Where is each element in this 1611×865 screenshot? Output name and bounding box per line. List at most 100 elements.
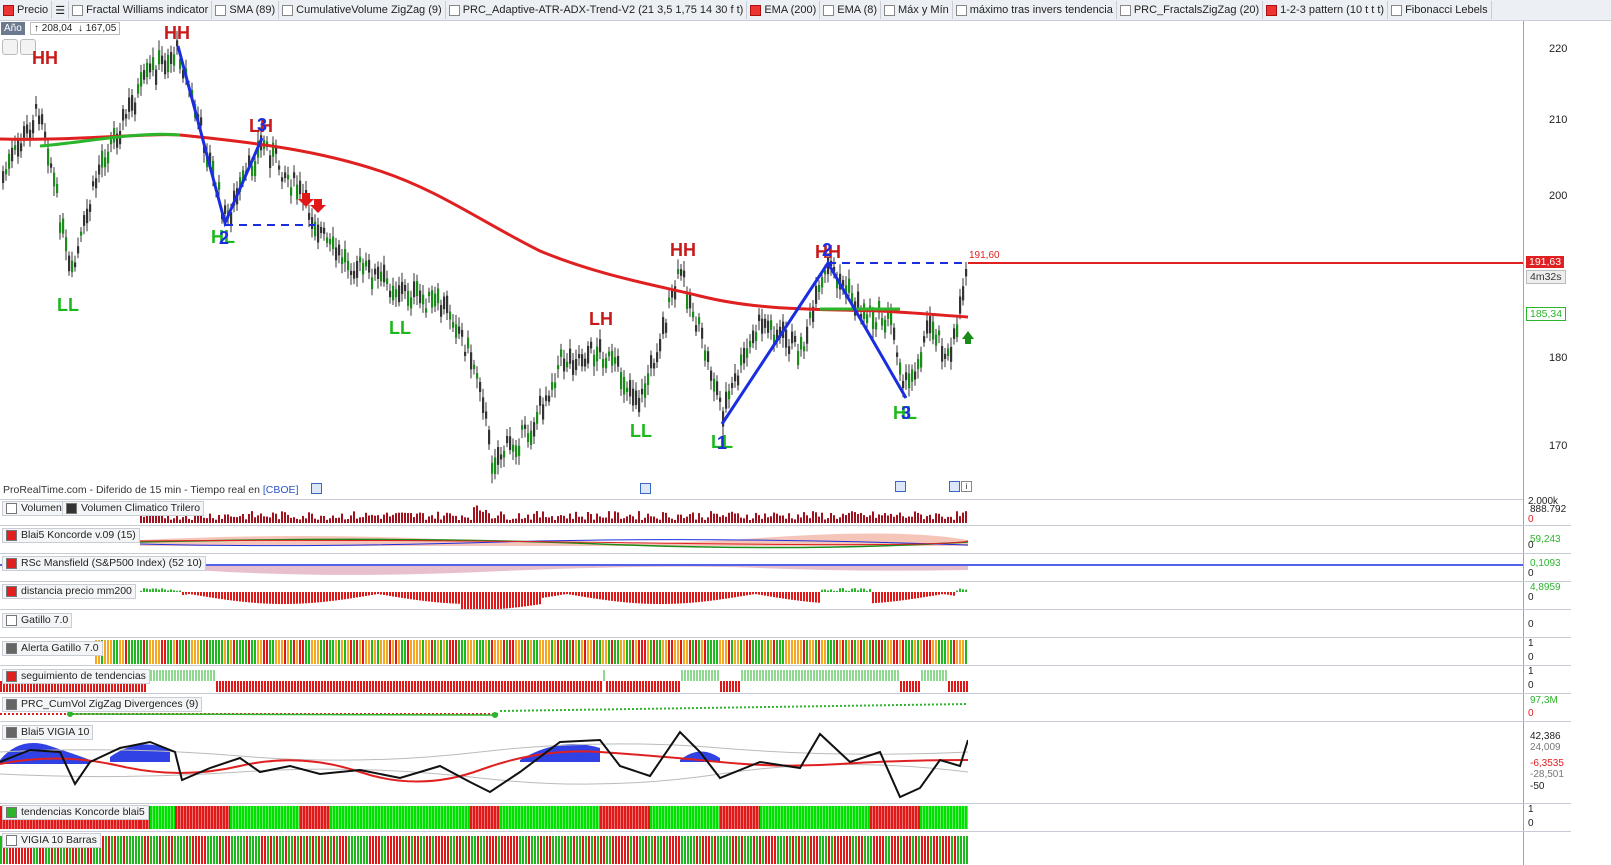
alerta-bar bbox=[221, 640, 223, 664]
candle-body bbox=[527, 433, 530, 443]
vigia-bar bbox=[177, 836, 179, 864]
tendencias-koncorde-pane[interactable]: tendencias Koncorde blai5 bbox=[0, 804, 1571, 832]
toolbar-item-maximo[interactable]: máximo tras invers tendencia bbox=[953, 1, 1117, 19]
toolbar-item-prc-adaptive[interactable]: PRC_Adaptive-ATR-ADX-Trend-V2 (21 3,5 1,… bbox=[446, 1, 748, 19]
vigia-bar bbox=[594, 836, 596, 864]
alerta-bar bbox=[479, 640, 481, 664]
koncorde-pane[interactable]: Blai5 Koncorde v.09 (15) bbox=[0, 526, 1571, 554]
seguimiento-bar bbox=[426, 681, 428, 692]
pane-label[interactable]: Gatillo 7.0 bbox=[2, 613, 73, 628]
indicator-checkbox-icon[interactable] bbox=[72, 4, 84, 16]
news-icon[interactable] bbox=[311, 483, 322, 494]
price-pane[interactable]: Año ↑ 208,04 ↓ 167,05 HH HH LL LH 3 HL 2… bbox=[0, 21, 1571, 500]
seguimiento-bar bbox=[630, 681, 632, 692]
news-icon[interactable] bbox=[895, 481, 906, 492]
checkbox-icon[interactable] bbox=[6, 558, 17, 569]
pane-label[interactable]: Alerta Gatillo 7.0 bbox=[2, 641, 103, 656]
tendencia-bar bbox=[965, 806, 968, 829]
indicator-checkbox-icon[interactable] bbox=[1391, 4, 1403, 16]
candle-body bbox=[815, 285, 818, 304]
indicator-checkbox-icon[interactable] bbox=[750, 4, 762, 16]
vigia-bar bbox=[816, 836, 818, 864]
pane-label[interactable]: tendencias Koncorde blai5 bbox=[2, 805, 149, 820]
tendencia-bar bbox=[214, 806, 217, 829]
candle-body bbox=[683, 270, 686, 278]
pane-label[interactable]: Blai5 VIGIA 10 bbox=[2, 725, 94, 740]
exchange-link[interactable]: [CBOE] bbox=[263, 484, 299, 496]
toolbar-item-sma[interactable]: SMA (89) bbox=[212, 1, 280, 19]
pane-label[interactable]: PRC_CumVol ZigZag Divergences (9) bbox=[2, 697, 203, 712]
toolbar-item-cumvol[interactable]: CumulativeVolume ZigZag (9) bbox=[279, 1, 446, 19]
checkbox-icon[interactable] bbox=[6, 503, 17, 514]
checkbox-icon[interactable] bbox=[6, 643, 17, 654]
toolbar-item-ema200[interactable]: EMA (200) bbox=[747, 1, 821, 19]
toolbar-item-ema8[interactable]: EMA (8) bbox=[820, 1, 882, 19]
alerta-bar bbox=[350, 640, 352, 664]
toolbar-list-button[interactable]: ☰ bbox=[52, 1, 70, 19]
toolbar-item-label: EMA (200) bbox=[764, 4, 817, 16]
alerta-gatillo-pane[interactable]: Alerta Gatillo 7.0 bbox=[0, 638, 1571, 666]
checkbox-icon[interactable] bbox=[6, 530, 17, 541]
toolbar-item-fibonacci[interactable]: Fibonacci Lebels bbox=[1388, 1, 1492, 19]
koncorde-chart bbox=[139, 533, 968, 549]
toolbar-item-maxmin[interactable]: Máx y Mín bbox=[881, 1, 953, 19]
indicator-checkbox-icon[interactable] bbox=[955, 4, 967, 16]
cumvol-pane[interactable]: PRC_CumVol ZigZag Divergences (9) bbox=[0, 694, 1571, 722]
news-icon[interactable] bbox=[640, 483, 651, 494]
checkbox-icon[interactable] bbox=[6, 671, 17, 682]
indicator-checkbox-icon[interactable] bbox=[823, 4, 835, 16]
gatillo-pane[interactable]: Gatillo 7.0 bbox=[0, 610, 1571, 638]
vigia-bar bbox=[270, 836, 272, 864]
indicator-checkbox-icon[interactable] bbox=[215, 4, 227, 16]
pane-label[interactable]: Volumen Climatico Trilero bbox=[62, 501, 205, 516]
distancia-bar bbox=[293, 592, 295, 604]
pane-label[interactable]: Blai5 Koncorde v.09 (15) bbox=[2, 528, 140, 543]
pane-label[interactable]: seguimiento de tendencias bbox=[2, 669, 150, 684]
toolbar-item-fractalszigzag[interactable]: PRC_FractalsZigZag (20) bbox=[1117, 1, 1264, 19]
seguimiento-bar bbox=[669, 681, 671, 692]
indicator-checkbox-icon[interactable] bbox=[448, 4, 460, 16]
seguimiento-bar bbox=[489, 681, 491, 692]
vigia-bar bbox=[609, 836, 611, 864]
checkbox-icon[interactable] bbox=[6, 586, 17, 597]
checkbox-icon[interactable] bbox=[6, 615, 17, 626]
checkbox-icon[interactable] bbox=[6, 699, 17, 710]
info-icon[interactable]: i bbox=[961, 481, 972, 492]
price-axis[interactable]: 220 210 200 180 170 191,63 4m32s 185,34 bbox=[1523, 21, 1611, 499]
distancia-bar bbox=[743, 592, 745, 596]
price-chart[interactable] bbox=[0, 21, 1523, 499]
seguimiento-bar bbox=[945, 670, 947, 681]
alerta-bar bbox=[326, 640, 328, 664]
pane-label[interactable]: Volumen bbox=[2, 501, 66, 516]
seguimiento-bar bbox=[834, 670, 836, 681]
checkbox-icon[interactable] bbox=[6, 807, 17, 818]
toolbar-item-123[interactable]: 1-2-3 pattern (10 t t t) bbox=[1263, 1, 1389, 19]
news-icon[interactable] bbox=[949, 481, 960, 492]
pane-label[interactable]: distancia precio mm200 bbox=[2, 584, 136, 599]
vigia-bar bbox=[795, 836, 797, 864]
mansfield-pane[interactable]: RSc Mansfield (S&P500 Index) (52 10) bbox=[0, 554, 1571, 582]
distancia-pane[interactable]: distancia precio mm200 bbox=[0, 582, 1571, 610]
volume-bar bbox=[455, 515, 457, 523]
checkbox-icon[interactable] bbox=[66, 503, 77, 514]
distancia-bar bbox=[332, 592, 334, 601]
indicator-checkbox-icon[interactable] bbox=[3, 4, 14, 16]
vigia-pane[interactable]: Blai5 VIGIA 10 bbox=[0, 722, 1571, 804]
vigia-bar bbox=[228, 836, 230, 864]
toolbar-item-fractal[interactable]: Fractal Williams indicator bbox=[69, 1, 213, 19]
checkbox-icon[interactable] bbox=[6, 835, 17, 846]
indicator-checkbox-icon[interactable] bbox=[884, 4, 896, 16]
indicator-checkbox-icon[interactable] bbox=[282, 4, 294, 16]
seguimiento-bar bbox=[417, 681, 419, 692]
toolbar-item-precio[interactable]: Precio bbox=[0, 1, 53, 19]
tendencia-bar bbox=[590, 806, 593, 829]
pane-label[interactable]: VIGIA 10 Barras bbox=[2, 833, 101, 848]
volume-pane[interactable]: Volumen Volumen Climatico Trilero bbox=[0, 499, 1571, 526]
indicator-checkbox-icon[interactable] bbox=[1119, 4, 1131, 16]
seguimiento-pane[interactable]: seguimiento de tendencias bbox=[0, 666, 1571, 694]
candle-body bbox=[563, 358, 566, 372]
vigia-barras-pane[interactable]: VIGIA 10 Barras bbox=[0, 832, 1571, 865]
checkbox-icon[interactable] bbox=[6, 727, 17, 738]
indicator-checkbox-icon[interactable] bbox=[1266, 4, 1278, 16]
pane-label[interactable]: RSc Mansfield (S&P500 Index) (52 10) bbox=[2, 556, 206, 571]
